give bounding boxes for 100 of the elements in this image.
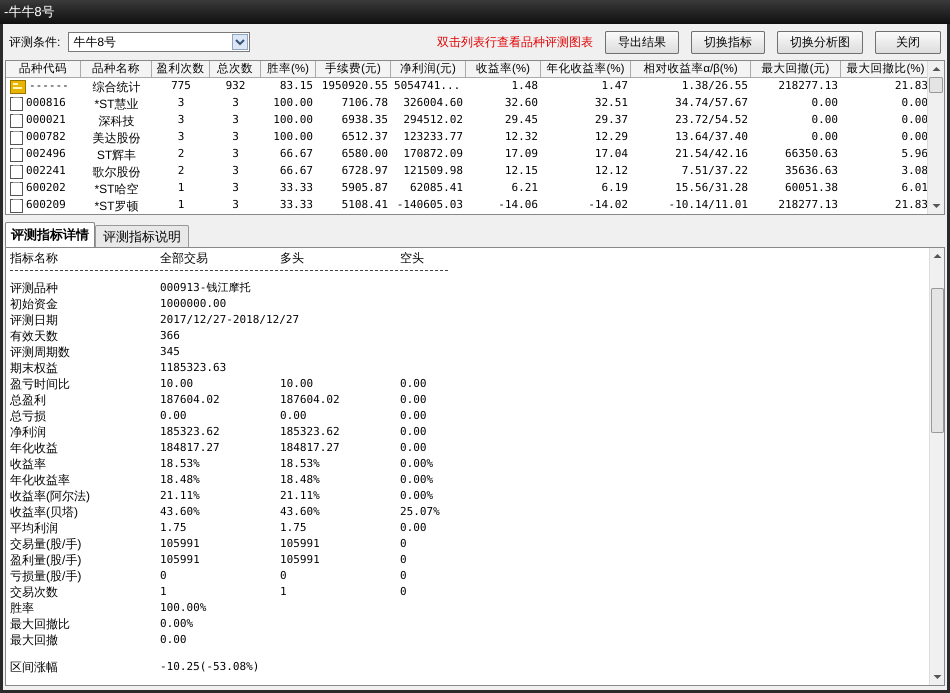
condition-dropdown[interactable]: 牛牛8号 <box>68 32 250 52</box>
table-cell-text: 1 <box>176 197 186 214</box>
table-cell-text: 3 <box>176 95 186 112</box>
metric-value: 0 <box>400 536 408 552</box>
table-cell-text: 170872.09 <box>402 146 464 162</box>
table-cell-text: 000021 <box>26 112 66 128</box>
metric-value: 105991 <box>160 552 201 568</box>
table-cell-text: 7106.78 <box>340 95 389 112</box>
metric-value: 187604.02 <box>160 392 221 408</box>
metric-value: 0.00 <box>400 376 428 392</box>
metric-value: 185323.62 <box>280 424 341 440</box>
metric-name: 盈亏时间比 <box>10 376 71 393</box>
hint-text: 双击列表行查看品种评测图表 <box>437 34 593 51</box>
metric-value: 1.75 <box>160 520 188 536</box>
metric-name: 评测日期 <box>10 312 59 329</box>
table-cell-text: 29.45 <box>504 112 539 128</box>
column-header[interactable]: 收益率(%) <box>466 61 541 77</box>
metric-value: -10.25(-53.08%) <box>160 658 260 675</box>
metric-name: 总亏损 <box>10 408 47 425</box>
table-cell-text: 17.09 <box>504 146 539 162</box>
metric-name: 初始资金 <box>10 296 59 313</box>
table-cell-text: 深科技 <box>98 112 136 130</box>
metric-name: 交易次数 <box>10 584 59 601</box>
metric-value: 43.60% <box>280 504 321 520</box>
toolbar-button[interactable]: 切换分析图 <box>777 30 863 54</box>
table-cell-text: 歌尔股份 <box>92 164 142 180</box>
toolbar-button[interactable]: 关闭 <box>875 30 941 54</box>
table-cell-text: 0.00 <box>810 112 839 128</box>
metric-name: 平均利润 <box>10 520 59 537</box>
table-cell-text: -14.02 <box>587 197 629 214</box>
metric-value: 100.00% <box>160 600 208 616</box>
table-cell-text: 326004.60 <box>402 95 464 112</box>
column-header[interactable]: 盈利次数 <box>152 61 210 77</box>
table-cell-text: 21.54/42.16 <box>674 146 749 162</box>
table-cell-text: 21.83 <box>894 78 929 94</box>
table-cell-text: 3 <box>231 180 240 196</box>
table-cell-text: 32.51 <box>594 95 629 112</box>
column-header[interactable]: 手续费(元) <box>316 61 391 77</box>
table-cell-text: 6728.97 <box>340 163 389 180</box>
table-cell-text: 6512.37 <box>340 129 389 146</box>
metric-value: 1 <box>280 584 288 600</box>
condition-label: 评测条件: <box>9 34 60 51</box>
column-header[interactable]: 总次数 <box>210 61 261 77</box>
table-cell-text: 1.48 <box>510 78 539 94</box>
scrollbar[interactable] <box>929 248 944 685</box>
column-header: 指标名称 <box>10 250 59 267</box>
table-cell-text: 6580.00 <box>340 146 389 162</box>
tab[interactable]: 评测指标详情 <box>5 222 95 247</box>
table-cell-text: 1.47 <box>600 78 629 94</box>
table-cell-text: 5108.41 <box>340 197 389 214</box>
metric-value: 10.00 <box>280 376 314 392</box>
column-header[interactable]: 年化收益率(%) <box>541 61 631 77</box>
toolbar-button[interactable]: 切换指标 <box>691 30 765 54</box>
table-cell-text: 6.21 <box>510 180 539 196</box>
table-cell-text: 33.33 <box>278 180 314 196</box>
table-cell-text: 6.01 <box>900 180 929 196</box>
table-cell-text: 3 <box>231 129 240 146</box>
column-header[interactable]: 品种代码 <box>6 61 81 77</box>
metric-value: 18.48% <box>160 472 201 488</box>
table-cell-text: 6938.35 <box>340 112 389 128</box>
column-header[interactable]: 相对收益率α/β(%) <box>631 61 751 77</box>
metric-value: 0.00 <box>400 520 428 536</box>
table-cell-text: *ST哈空 <box>93 180 140 198</box>
table-cell-text: 100.00 <box>272 95 314 112</box>
scroll-thumb[interactable] <box>930 288 944 433</box>
column-header[interactable]: 胜率(%) <box>261 61 316 77</box>
scroll-thumb[interactable] <box>929 77 943 93</box>
table-cell-text: 15.56/31.28 <box>674 180 749 196</box>
table-cell-text: 0.00 <box>900 129 929 146</box>
table-cell-text: 35636.63 <box>784 163 839 180</box>
toolbar-button[interactable]: 导出结果 <box>605 30 679 54</box>
table-cell-text: 21.83 <box>894 197 929 214</box>
scrollbar[interactable] <box>927 61 944 214</box>
column-header: 多头 <box>280 250 305 267</box>
table-cell-text: 34.74/57.67 <box>674 95 749 112</box>
metric-name: 盈利量(股/手) <box>10 552 82 569</box>
table-cell-text: 5905.87 <box>340 180 389 196</box>
table-cell-text: 17.04 <box>594 146 629 162</box>
column-header[interactable]: 净利润(元) <box>391 61 466 77</box>
document-icon <box>10 164 23 179</box>
metric-value: 0.00 <box>280 408 308 424</box>
metric-value: 2017/12/27-2018/12/27 <box>160 312 300 328</box>
metric-value: 0.00% <box>400 472 434 488</box>
metric-value: 105991 <box>160 536 201 552</box>
tab[interactable]: 评测指标说明 <box>95 225 189 247</box>
metric-value: 0.00% <box>400 488 434 504</box>
table-cell-text: 综合统计 <box>92 78 142 96</box>
metric-name: 收益率(贝塔) <box>10 504 79 521</box>
table-cell-text: 12.12 <box>594 163 629 180</box>
metric-name: 有效天数 <box>10 328 59 345</box>
metric-value: 1185323.63 <box>160 360 228 376</box>
table-cell-text: 002241 <box>26 163 66 180</box>
metric-value: 1000000.00 <box>160 296 228 312</box>
metric-value: 185323.62 <box>160 424 221 440</box>
table-cell-text: 66350.63 <box>784 146 839 162</box>
column-header: 全部交易 <box>160 250 209 267</box>
column-header[interactable]: 品种名称 <box>81 61 152 77</box>
column-header[interactable]: 最大回撤(元) <box>751 61 841 77</box>
table-cell-text: 218277.13 <box>777 197 839 214</box>
metric-name: 交易量(股/手) <box>10 536 82 553</box>
